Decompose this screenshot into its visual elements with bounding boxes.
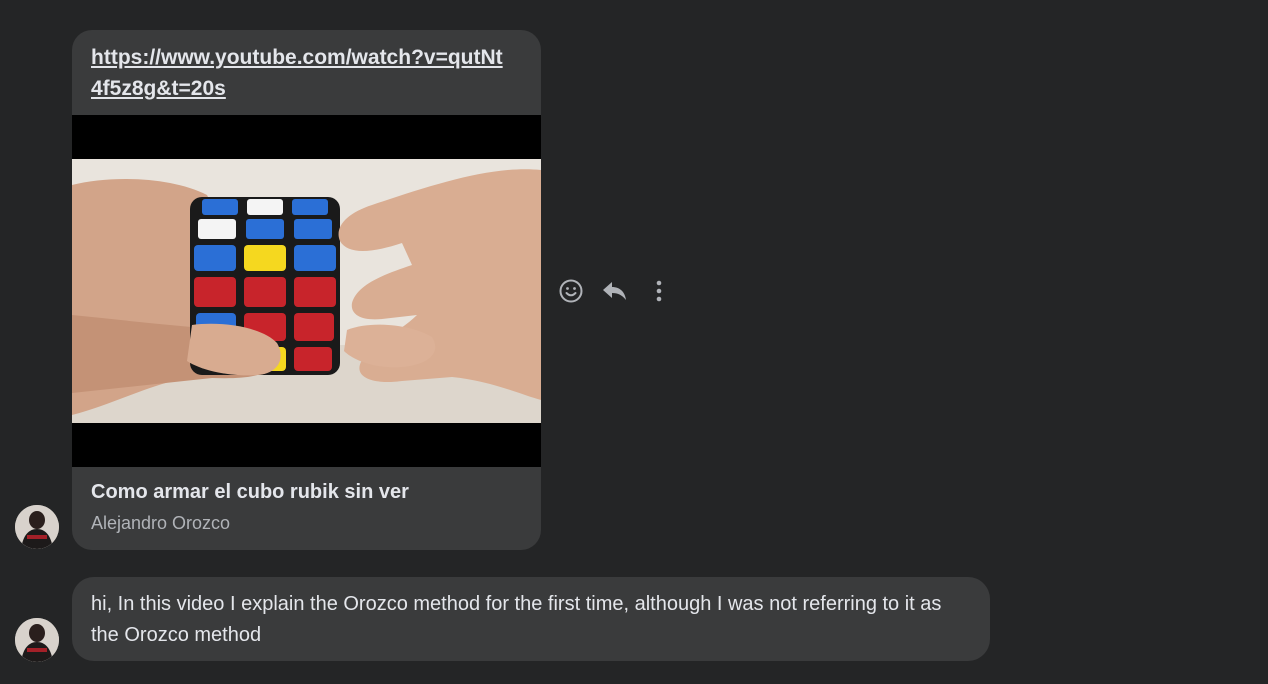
avatar-photo-icon: [15, 505, 59, 549]
message-text: hi, In this video I explain the Orozco m…: [91, 593, 942, 646]
message-actions: [553, 273, 685, 309]
video-title[interactable]: Como armar el cubo rubik sin ver: [91, 481, 409, 504]
more-options-icon: [656, 280, 662, 302]
message-thread: https://www.youtube.com/watch?v=qutNt4f5…: [0, 0, 1268, 684]
link-preview-bubble[interactable]: https://www.youtube.com/watch?v=qutNt4f5…: [72, 30, 541, 550]
video-thumbnail[interactable]: [72, 115, 541, 467]
reply-button[interactable]: [597, 273, 633, 309]
video-channel: Alejandro Orozco: [91, 513, 231, 533]
react-smiley-icon: [559, 279, 583, 303]
sender-avatar[interactable]: [15, 618, 59, 662]
sender-avatar[interactable]: [15, 505, 59, 549]
reply-icon: [603, 282, 626, 300]
react-button[interactable]: [553, 273, 589, 309]
video-thumbnail-rubiks-cube-icon: [72, 115, 541, 467]
more-options-button[interactable]: [641, 273, 677, 309]
text-message-bubble[interactable]: hi, In this video I explain the Orozco m…: [72, 577, 990, 661]
video-link[interactable]: https://www.youtube.com/watch?v=qutNt4f5…: [91, 42, 511, 104]
avatar-photo-icon: [15, 618, 59, 662]
